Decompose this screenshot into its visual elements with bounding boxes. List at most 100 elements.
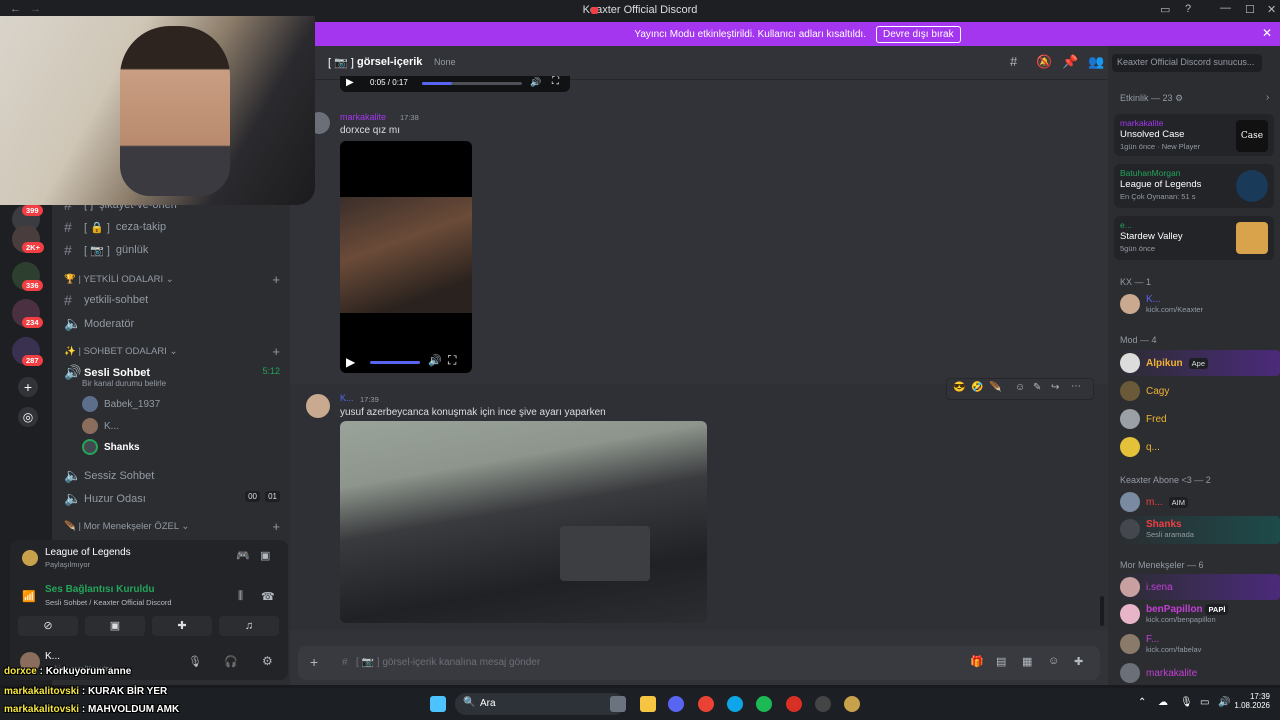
soundboard-button[interactable]: ♫ bbox=[219, 616, 279, 636]
channel-status[interactable]: Bir kanal durumu belirle bbox=[82, 379, 166, 388]
chevron-right-icon[interactable]: › bbox=[1266, 92, 1269, 103]
activity-card[interactable]: BatuhanMorgan League of Legends En Çok O… bbox=[1114, 164, 1274, 208]
channel-item[interactable]: # yetkili-sohbet bbox=[64, 292, 148, 308]
tray-clock[interactable]: 17:39 1.08.2026 bbox=[1228, 692, 1270, 710]
add-channel-icon[interactable]: + bbox=[272, 272, 280, 287]
fullscreen-icon[interactable]: ⛶ bbox=[448, 353, 456, 368]
activity-card[interactable]: markakalite Unsolved Case 1gün önce · Ne… bbox=[1114, 114, 1274, 156]
help-icon[interactable]: ? bbox=[1185, 3, 1191, 15]
gif-icon[interactable]: ▤ bbox=[996, 655, 1006, 668]
disconnect-icon[interactable]: ☎ bbox=[261, 590, 275, 603]
discover-icon[interactable]: ◎ bbox=[18, 407, 38, 427]
volume-slider[interactable] bbox=[370, 361, 420, 364]
add-server-icon[interactable]: + bbox=[18, 377, 38, 397]
share-screen-icon[interactable]: ▣ bbox=[260, 549, 270, 562]
controller-icon[interactable]: 🎮 bbox=[236, 549, 250, 562]
add-channel-icon[interactable]: + bbox=[272, 344, 280, 359]
obs-icon[interactable] bbox=[815, 696, 831, 712]
member-item[interactable]: markakalite bbox=[1120, 663, 1197, 683]
member-item[interactable]: i.sena bbox=[1120, 577, 1173, 597]
member-item[interactable]: Shanks Sesli aramada bbox=[1120, 519, 1194, 539]
reaction-emoji-icon[interactable]: 😎 bbox=[953, 382, 965, 393]
video-embed[interactable]: ▶ 🔊 ⛶ bbox=[340, 141, 472, 373]
search-input[interactable]: Keaxter Official Discord sunucus... bbox=[1112, 54, 1262, 72]
video-progress[interactable] bbox=[422, 82, 522, 85]
sticker-icon[interactable]: ▦ bbox=[1022, 655, 1032, 668]
message-input[interactable]: [ 📷 ] görsel-içerik kanalına mesaj gönde… bbox=[356, 657, 540, 668]
voice-channel-item[interactable]: 🔈 Huzur Odası bbox=[64, 490, 146, 507]
scrollbar-thumb[interactable] bbox=[1100, 596, 1104, 626]
video-embed[interactable] bbox=[340, 421, 707, 623]
gear-icon[interactable]: ⚙ bbox=[1175, 93, 1183, 103]
gift-icon[interactable]: 🎁 bbox=[970, 655, 984, 668]
edit-icon[interactable]: ✎ bbox=[1033, 382, 1041, 393]
minimize-icon[interactable]: — bbox=[1220, 2, 1231, 14]
mute-bell-icon[interactable]: 🔕 bbox=[1036, 54, 1052, 70]
chrome-icon[interactable] bbox=[698, 696, 714, 712]
apps-icon[interactable]: ✚ bbox=[1074, 655, 1083, 668]
spotify-icon[interactable] bbox=[756, 696, 772, 712]
task-view-icon[interactable] bbox=[610, 696, 626, 712]
volume-icon[interactable]: 🔊 bbox=[428, 354, 442, 367]
member-item[interactable]: q... bbox=[1120, 437, 1160, 457]
voice-channel-item[interactable]: 🔈 Moderatör bbox=[64, 315, 134, 332]
disable-streamer-mode-button[interactable]: Devre dışı bırak bbox=[876, 25, 961, 43]
add-channel-icon[interactable]: + bbox=[272, 519, 280, 534]
maximize-icon[interactable]: ☐ bbox=[1245, 3, 1255, 16]
network-icon[interactable]: ▭ bbox=[1200, 697, 1209, 708]
message-author[interactable]: markakalite bbox=[340, 112, 386, 122]
banner-close-icon[interactable]: ✕ bbox=[1262, 26, 1272, 40]
reaction-emoji-icon[interactable]: 🤣 bbox=[971, 382, 983, 393]
noise-suppression-icon[interactable]: ⫼ bbox=[238, 590, 243, 603]
cloud-icon[interactable]: ☁ bbox=[1158, 697, 1168, 708]
league-client-icon[interactable] bbox=[844, 696, 860, 712]
mic-tray-icon[interactable]: 🎙 bbox=[1180, 697, 1193, 708]
headset-icon[interactable]: 🎧 bbox=[224, 655, 238, 668]
member-item[interactable]: F... kick.com/fabelav bbox=[1120, 634, 1201, 654]
member-item[interactable]: Alpikun Ape bbox=[1120, 353, 1209, 373]
more-icon[interactable]: ⋯ bbox=[1071, 381, 1081, 392]
fullscreen-icon[interactable]: ⛶ bbox=[552, 76, 559, 87]
voice-user[interactable]: K... bbox=[82, 418, 119, 434]
category-sohbet[interactable]: ✨ | SOHBET ODALARI ⌄ bbox=[64, 346, 177, 357]
avatar[interactable] bbox=[306, 394, 330, 418]
pin-icon[interactable]: 📌 bbox=[1062, 54, 1078, 70]
category-yetkili[interactable]: 🏆 | YETKİLİ ODALARI ⌄ bbox=[64, 274, 174, 285]
file-explorer-icon[interactable] bbox=[640, 696, 656, 712]
close-icon[interactable]: ✕ bbox=[1267, 3, 1276, 16]
member-item[interactable]: m... AIM bbox=[1120, 492, 1189, 512]
member-item[interactable]: benPapillon PAPİ kick.com/benpapillon bbox=[1120, 604, 1229, 624]
reaction-emoji-icon[interactable]: 🪶 bbox=[989, 382, 1001, 393]
activity-card[interactable]: e... Stardew Valley 5gün önce bbox=[1114, 216, 1274, 260]
channel-item[interactable]: # [ 🔒 ] ceza-takip bbox=[64, 219, 166, 235]
forward-icon[interactable]: ↪ bbox=[1051, 382, 1059, 393]
member-item[interactable]: K... kick.com/Keaxter bbox=[1120, 294, 1203, 314]
inbox-icon[interactable]: ▭ bbox=[1160, 3, 1170, 16]
voice-status[interactable]: Ses Bağlantısı Kuruldu bbox=[45, 584, 154, 595]
category-mor[interactable]: 🪶 | Mor Menekşeler ÖZEL ⌄ bbox=[64, 521, 189, 532]
activities-button[interactable]: ✚ bbox=[152, 616, 212, 636]
taskbar-search[interactable]: 🔍 Ara bbox=[455, 693, 625, 715]
recorder-icon[interactable] bbox=[786, 696, 802, 712]
voice-sub[interactable]: Sesli Sohbet / Keaxter Official Discord bbox=[45, 598, 172, 607]
start-menu-icon[interactable] bbox=[430, 696, 446, 712]
voice-channel-item[interactable]: 🔈 Sessiz Sohbet bbox=[64, 467, 154, 484]
microphone-icon[interactable]: 🎙 bbox=[188, 655, 202, 668]
settings-gear-icon[interactable]: ⚙ bbox=[262, 654, 273, 668]
emoji-icon[interactable]: ☺ bbox=[1048, 655, 1059, 667]
discord-app-icon[interactable] bbox=[668, 696, 684, 712]
threads-icon[interactable]: # bbox=[1010, 54, 1017, 69]
camera-off-button[interactable]: ⊘ bbox=[18, 616, 78, 636]
member-item[interactable]: Cagy bbox=[1120, 381, 1169, 401]
tray-chevron-icon[interactable]: ⌃ bbox=[1138, 697, 1146, 708]
edge-icon[interactable] bbox=[727, 696, 743, 712]
add-reaction-icon[interactable]: ☺ bbox=[1015, 382, 1025, 393]
member-item[interactable]: Fred bbox=[1120, 409, 1167, 429]
channel-item[interactable]: # [ 📷 ] günlük bbox=[64, 242, 148, 258]
attach-plus-icon[interactable]: + bbox=[310, 654, 318, 670]
play-icon[interactable]: ▶ bbox=[346, 77, 354, 88]
screen-share-button[interactable]: ▣ bbox=[85, 616, 145, 636]
voice-user-speaking[interactable]: Shanks bbox=[82, 439, 140, 455]
volume-icon[interactable]: 🔊 bbox=[530, 77, 541, 88]
voice-user[interactable]: Babek_1937 bbox=[82, 396, 160, 412]
